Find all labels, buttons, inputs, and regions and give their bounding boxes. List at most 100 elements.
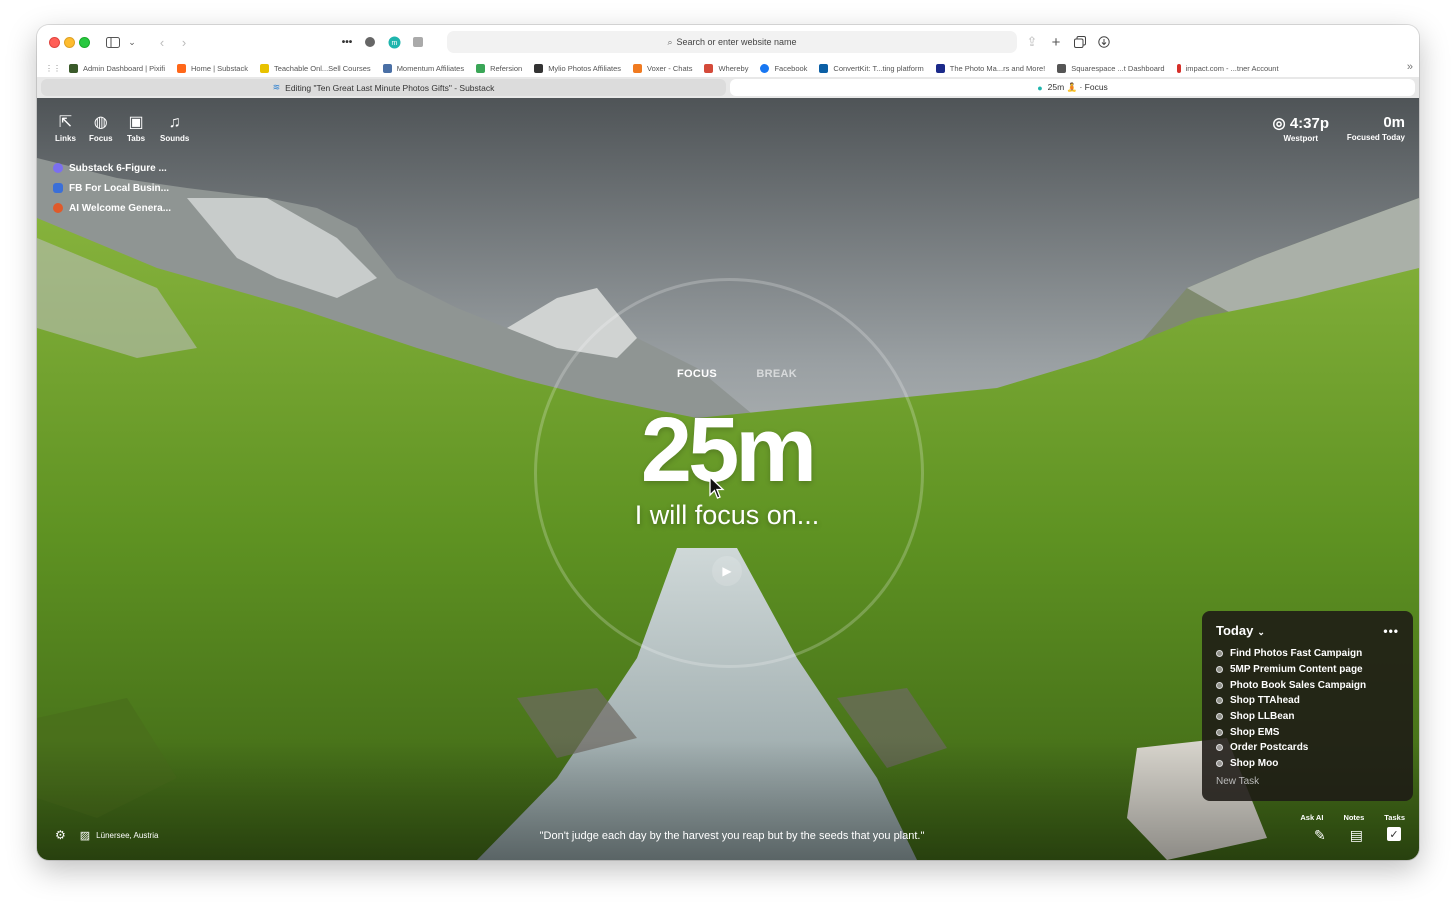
tabs-label: Tabs (127, 134, 146, 143)
timer-value[interactable]: 25m (577, 398, 877, 503)
bottom-right-icons: ✎ ▤ ✓ (1314, 827, 1401, 844)
sounds-widget[interactable]: ♫ Sounds (160, 114, 189, 143)
new-task-input[interactable]: New Task (1216, 776, 1399, 787)
focused-today-widget[interactable]: 0m Focused Today (1347, 114, 1405, 142)
favicon-icon (633, 63, 643, 73)
bookmark-item[interactable]: impact.com - ...tner Account (1176, 63, 1279, 73)
zoom-window-button[interactable] (79, 37, 90, 48)
sidebar-toggle-icon[interactable] (105, 33, 121, 51)
bookmark-item[interactable]: The Photo Ma...rs and More! (935, 63, 1046, 73)
link-item[interactable]: FB For Local Busin... (53, 178, 171, 198)
link-label: AI Welcome Genera... (69, 202, 172, 214)
bottom-left-bar: ⚙ ▨ Lünersee, Austria (55, 828, 158, 842)
browser-toolbar: ⌄ ‹ › ••• m ⌕ Search or enter website na… (37, 25, 1419, 59)
extension-shield-icon[interactable] (411, 33, 425, 51)
photo-location[interactable]: Lünersee, Austria (96, 831, 158, 840)
task-list-selector[interactable]: Today ⌄ (1216, 623, 1265, 638)
ask-ai-label: Ask AI (1300, 813, 1324, 822)
link-item[interactable]: Substack 6-Figure ... (53, 158, 171, 178)
mode-break-button[interactable]: BREAK (756, 368, 797, 380)
links-label: Links (55, 134, 76, 143)
downloads-icon[interactable] (1097, 33, 1111, 51)
photo-icon[interactable]: ▨ (80, 829, 90, 842)
links-list: Substack 6-Figure ... FB For Local Busin… (53, 158, 171, 218)
minimize-window-button[interactable] (64, 37, 75, 48)
ask-ai-icon[interactable]: ✎ (1314, 827, 1326, 844)
bookmark-label: Admin Dashboard | Pixifi (83, 63, 165, 73)
bookmark-item[interactable]: Mylio Photos Affiliates (534, 63, 621, 73)
notes-icon[interactable]: ▤ (1350, 827, 1363, 844)
task-label: Shop Moo (1230, 758, 1279, 770)
link-item[interactable]: AI Welcome Genera... (53, 198, 171, 218)
forward-icon[interactable]: › (177, 33, 191, 51)
clock-widget[interactable]: ◎ 4:37p Westport (1273, 114, 1329, 143)
notes-label: Notes (1343, 813, 1365, 822)
task-item[interactable]: Shop TTAhead (1216, 693, 1399, 709)
links-widget[interactable]: ⇱ Links (55, 114, 76, 143)
bookmark-item[interactable]: ConvertKit: T...ting platform (819, 63, 924, 73)
bookmark-item[interactable]: Squarespace ...t Dashboard (1057, 63, 1165, 73)
extension-momentum-icon[interactable]: m (387, 33, 401, 51)
task-checkbox[interactable] (1216, 681, 1223, 689)
tabs-widget[interactable]: ▣ Tabs (127, 114, 145, 143)
mode-focus-button[interactable]: FOCUS (677, 368, 717, 380)
tab-substack[interactable]: ≋ Editing "Ten Great Last Minute Photos … (41, 79, 726, 96)
focus-widget[interactable]: ◍ Focus (89, 114, 113, 143)
task-item[interactable]: Shop EMS (1216, 724, 1399, 740)
bookmark-item[interactable]: Facebook (760, 63, 807, 73)
favicon-icon (69, 63, 78, 73)
tasks-label: Tasks (1384, 813, 1405, 822)
bookmark-item[interactable]: Momentum Affiliates (382, 63, 464, 73)
bookmark-item[interactable]: Teachable Onl...Sell Courses (259, 63, 371, 73)
chevron-down-icon[interactable]: ⌄ (127, 33, 137, 51)
substack-tab-icon: ≋ (272, 82, 281, 92)
task-checkbox[interactable] (1216, 650, 1223, 658)
task-item[interactable]: 5MP Premium Content page (1216, 662, 1399, 678)
chevron-right-double-icon[interactable]: » (1407, 61, 1413, 73)
task-item[interactable]: Order Postcards (1216, 740, 1399, 756)
bookmark-label: The Photo Ma...rs and More! (949, 63, 1046, 73)
daily-quote[interactable]: "Don't judge each day by the harvest you… (437, 830, 1027, 842)
address-bar[interactable]: ⌕ Search or enter website name (447, 31, 1017, 53)
bookmark-item[interactable]: Home | Substack (176, 63, 248, 73)
back-icon[interactable]: ‹ (155, 33, 169, 51)
settings-sliders-icon[interactable]: ⚙ (55, 828, 66, 842)
grid-icon[interactable]: ⋮⋮ (45, 64, 61, 73)
bookmark-item[interactable]: Admin Dashboard | Pixifi (69, 63, 165, 73)
bookmark-item[interactable]: Voxer - Chats (633, 63, 692, 73)
more-options-icon[interactable]: ••• (1383, 624, 1399, 638)
tabs-icon: ▣ (128, 114, 144, 131)
bookmark-label: Refersion (490, 63, 523, 73)
play-button[interactable]: ▶ (712, 556, 742, 586)
browser-window: ⌄ ‹ › ••• m ⌕ Search or enter website na… (37, 25, 1419, 860)
extension-evernote-icon[interactable] (363, 33, 377, 51)
task-checkbox[interactable] (1216, 713, 1223, 721)
play-icon: ▶ (722, 564, 732, 578)
task-checkbox[interactable] (1216, 728, 1223, 736)
task-label: Find Photos Fast Campaign (1230, 648, 1363, 660)
favicon-icon (382, 63, 392, 73)
task-item[interactable]: Photo Book Sales Campaign (1216, 677, 1399, 693)
task-checkbox[interactable] (1216, 744, 1223, 752)
task-item[interactable]: Find Photos Fast Campaign (1216, 646, 1399, 662)
task-item[interactable]: Shop LLBean (1216, 709, 1399, 725)
share-icon[interactable]: ⇪ (1025, 33, 1039, 51)
task-item[interactable]: Shop Moo (1216, 756, 1399, 772)
new-tab-icon[interactable]: + (1049, 33, 1063, 51)
bookmark-item[interactable]: Whereby (704, 63, 748, 73)
task-checkbox[interactable] (1216, 760, 1223, 768)
task-checkbox[interactable] (1216, 666, 1223, 674)
tasks-checkbox-icon[interactable]: ✓ (1387, 827, 1401, 841)
bookmark-label: Squarespace ...t Dashboard (1071, 63, 1165, 73)
music-note-icon: ♫ (168, 114, 181, 131)
extension-more-icon[interactable]: ••• (339, 33, 355, 51)
bookmark-item[interactable]: Refersion (476, 63, 523, 73)
bookmarks-bar: ⋮⋮ Admin Dashboard | Pixifi Home | Subst… (37, 59, 1419, 77)
tab-focus[interactable]: ● 25m 🧘 · Focus (730, 79, 1415, 96)
task-checkbox[interactable] (1216, 697, 1223, 705)
focus-prompt-input[interactable]: I will focus on... (577, 500, 877, 531)
tab-overview-icon[interactable] (1073, 33, 1087, 51)
close-window-button[interactable] (49, 37, 60, 48)
bookmark-label: ConvertKit: T...ting platform (833, 63, 924, 73)
tasks-title: Today (1216, 623, 1254, 638)
